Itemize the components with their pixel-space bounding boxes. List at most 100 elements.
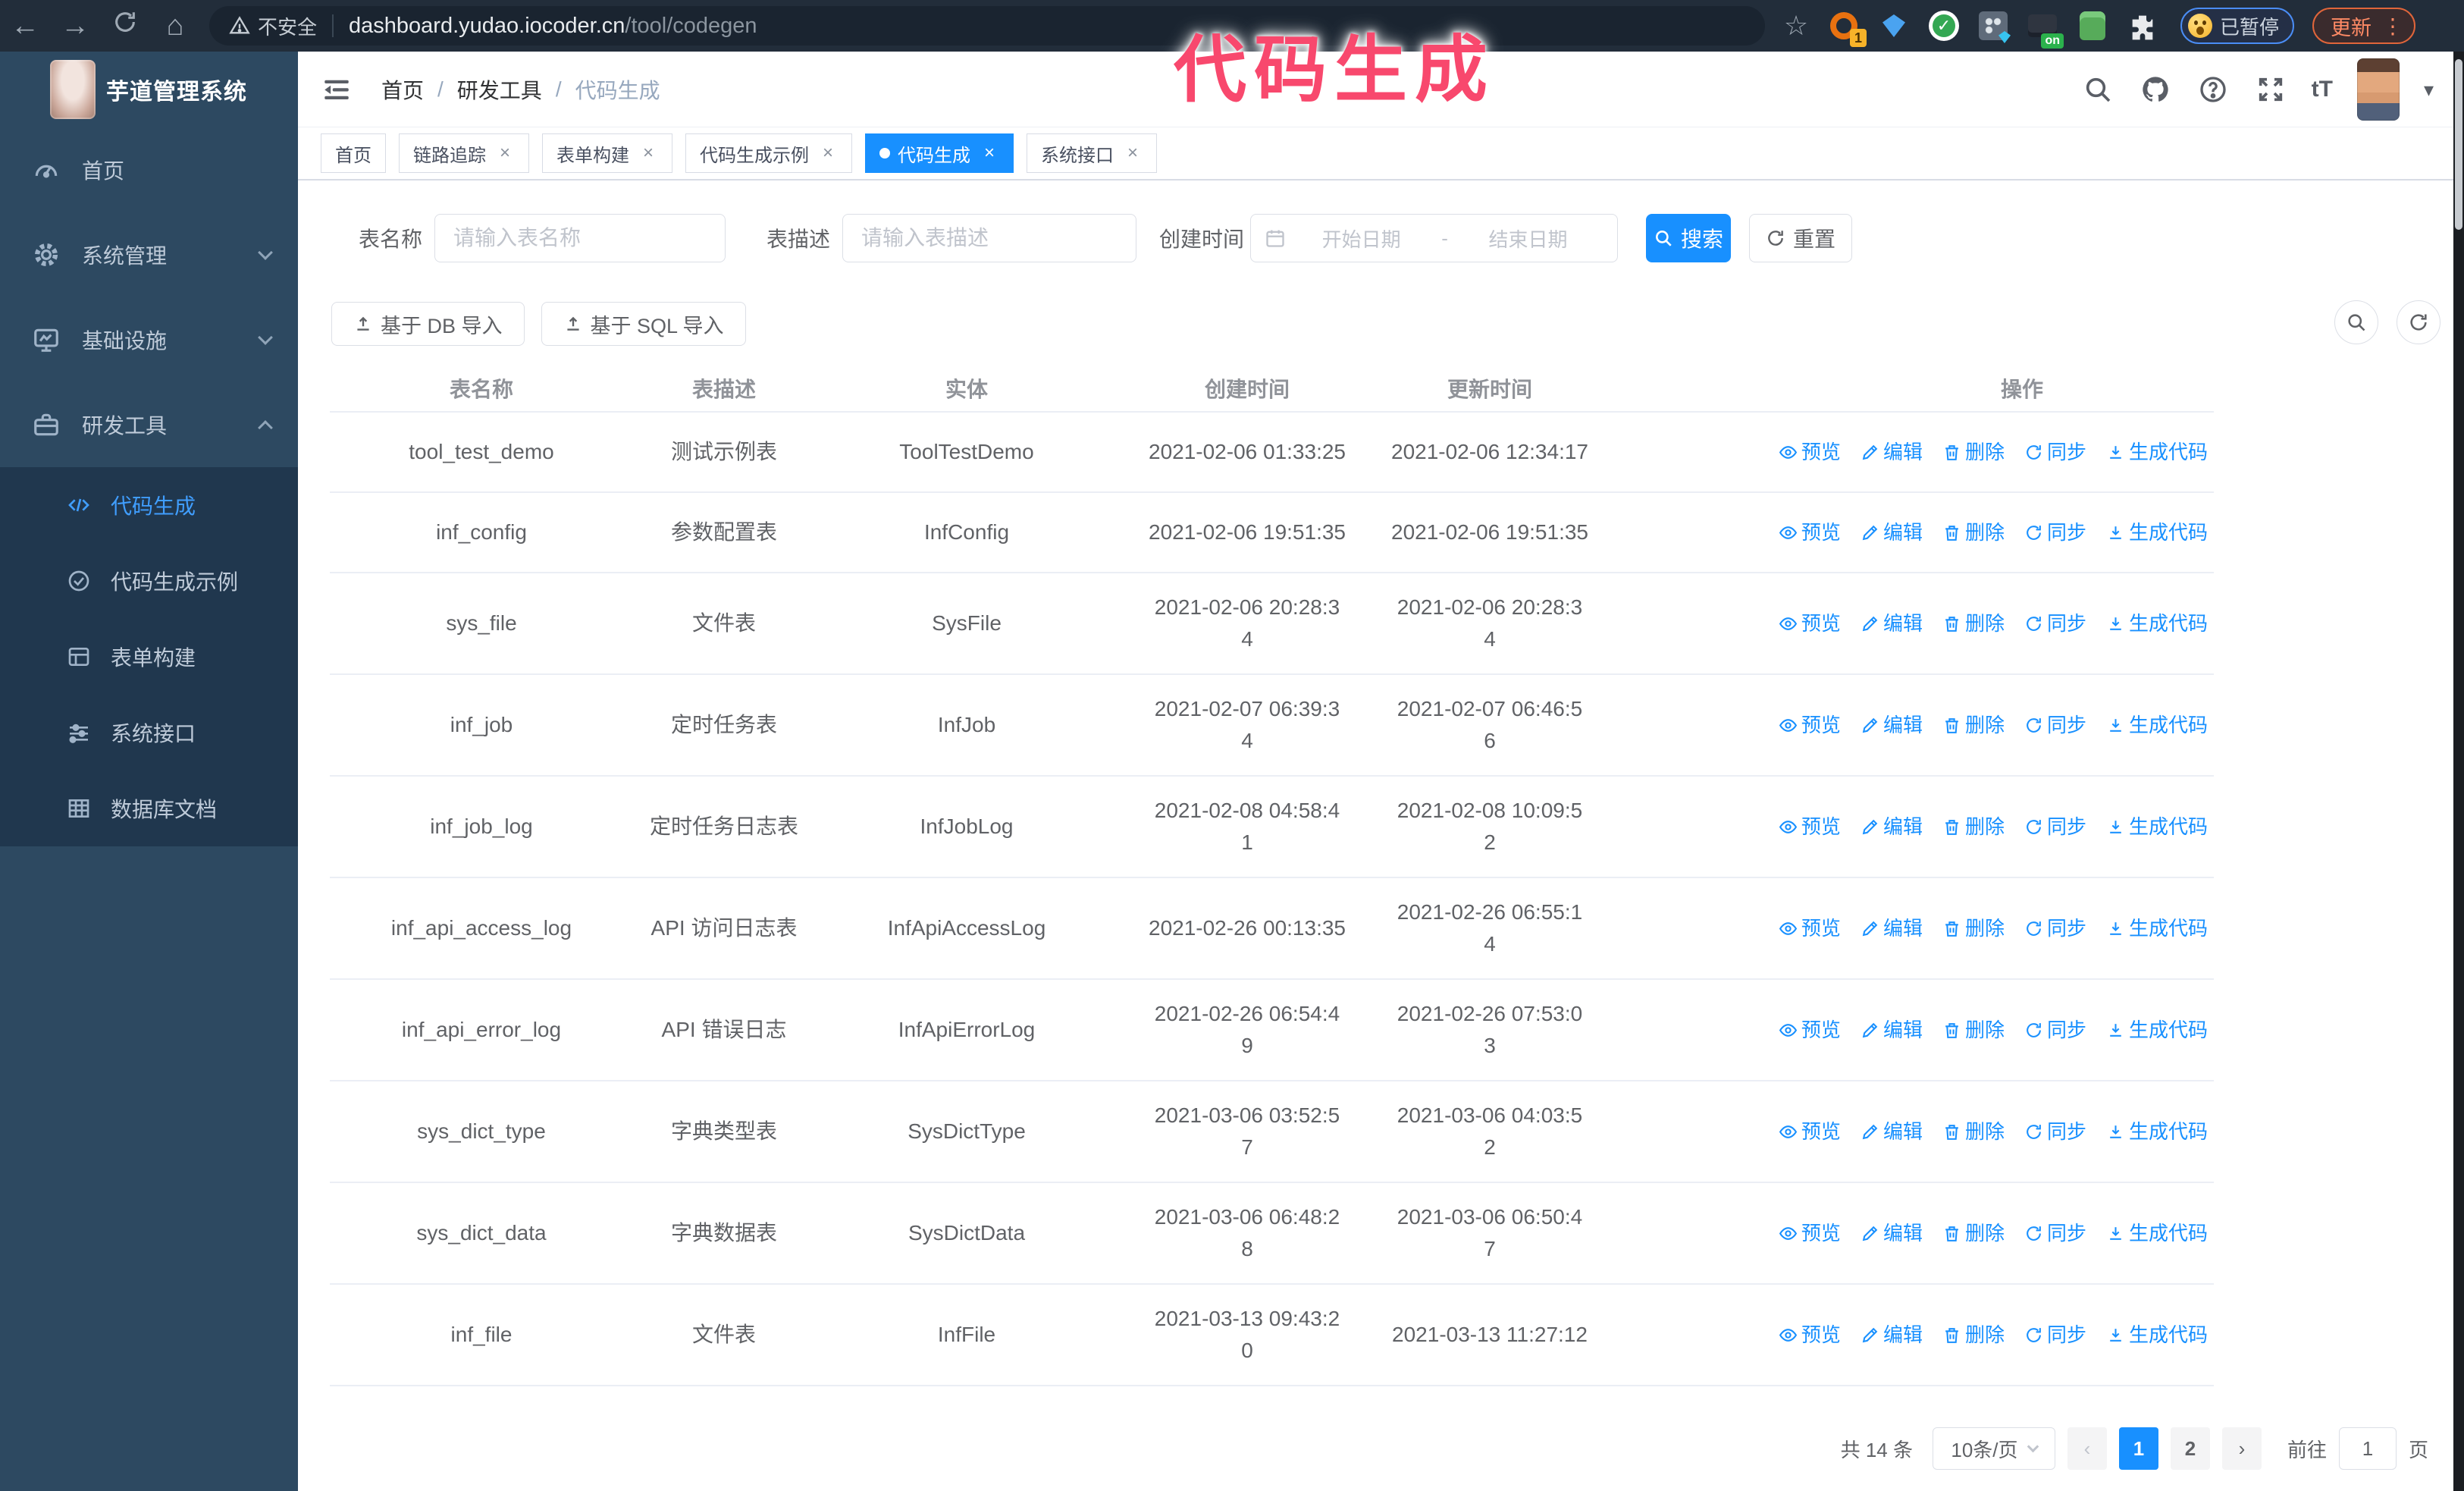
tab[interactable]: 代码生成示例 ×	[685, 133, 852, 173]
reset-button[interactable]: 重置	[1749, 214, 1853, 262]
sidebar-item-db-doc[interactable]: 数据库文档	[0, 771, 298, 846]
sync-link[interactable]: 同步	[2024, 811, 2086, 843]
generate-code-link[interactable]: 生成代码	[2106, 709, 2208, 741]
generate-code-link[interactable]: 生成代码	[2106, 516, 2208, 548]
delete-link[interactable]: 删除	[1942, 1116, 2005, 1147]
toggle-search-button[interactable]	[2334, 300, 2378, 344]
bookmark-star-icon[interactable]: ☆	[1777, 10, 1815, 42]
start-date-placeholder[interactable]: 开始日期	[1286, 224, 1437, 253]
back-icon[interactable]: ←	[0, 10, 50, 42]
extension-check-icon[interactable]: ✓	[1929, 11, 1959, 41]
edit-link[interactable]: 编辑	[1861, 1217, 1923, 1249]
delete-link[interactable]: 删除	[1942, 1217, 2005, 1249]
preview-link[interactable]: 预览	[1779, 1319, 1841, 1351]
extension-gem-icon[interactable]	[1879, 11, 1909, 41]
edit-link[interactable]: 编辑	[1861, 1014, 1923, 1046]
edit-link[interactable]: 编辑	[1861, 436, 1923, 468]
extension-orange-icon[interactable]: 1	[1829, 11, 1867, 47]
tab[interactable]: 代码生成 ×	[865, 133, 1014, 173]
sidebar-item-system-api[interactable]: 系统接口	[0, 695, 298, 771]
preview-link[interactable]: 预览	[1779, 912, 1841, 944]
preview-link[interactable]: 预览	[1779, 1116, 1841, 1147]
delete-link[interactable]: 删除	[1942, 709, 2005, 741]
sync-link[interactable]: 同步	[2024, 709, 2086, 741]
sync-link[interactable]: 同步	[2024, 516, 2086, 548]
edit-link[interactable]: 编辑	[1861, 912, 1923, 944]
tab-close-icon[interactable]: ×	[980, 143, 999, 163]
delete-link[interactable]: 删除	[1942, 607, 2005, 639]
scrollbar-thumb[interactable]	[2455, 59, 2462, 230]
generate-code-link[interactable]: 生成代码	[2106, 912, 2208, 944]
edit-link[interactable]: 编辑	[1861, 607, 1923, 639]
edit-link[interactable]: 编辑	[1861, 1116, 1923, 1147]
generate-code-link[interactable]: 生成代码	[2106, 811, 2208, 843]
preview-link[interactable]: 预览	[1779, 1217, 1841, 1249]
sync-link[interactable]: 同步	[2024, 912, 2086, 944]
tab-close-icon[interactable]: ×	[1123, 143, 1143, 163]
end-date-placeholder[interactable]: 结束日期	[1453, 224, 1603, 253]
delete-link[interactable]: 删除	[1942, 1014, 2005, 1046]
page-number-button[interactable]: 2	[2170, 1427, 2210, 1470]
delete-link[interactable]: 删除	[1942, 1319, 2005, 1351]
sidebar-item-system[interactable]: 系统管理	[0, 212, 298, 297]
menu-dots-icon[interactable]: ⋮	[2382, 14, 2403, 39]
search-button[interactable]: 搜索	[1646, 214, 1732, 262]
sync-link[interactable]: 同步	[2024, 1014, 2086, 1046]
help-icon[interactable]	[2196, 73, 2230, 106]
import-db-button[interactable]: 基于 DB 导入	[331, 302, 525, 346]
forward-icon[interactable]: →	[50, 10, 100, 42]
preview-link[interactable]: 预览	[1779, 436, 1841, 468]
address-bar[interactable]: 不安全 dashboard.yudao.iocoder.cn /tool/cod…	[209, 6, 1765, 46]
generate-code-link[interactable]: 生成代码	[2106, 1014, 2208, 1046]
tab-close-icon[interactable]: ×	[495, 143, 515, 163]
edit-link[interactable]: 编辑	[1861, 516, 1923, 548]
paused-badge[interactable]: 已暂停	[2180, 8, 2295, 44]
tab[interactable]: 链路追踪 ×	[399, 133, 529, 173]
date-range-input[interactable]: 开始日期 - 结束日期	[1250, 214, 1619, 262]
delete-link[interactable]: 删除	[1942, 811, 2005, 843]
edit-link[interactable]: 编辑	[1861, 1319, 1923, 1351]
sidebar-item-codegen[interactable]: 代码生成	[0, 467, 298, 543]
sidebar-item-devtools[interactable]: 研发工具	[0, 382, 298, 467]
next-page-button[interactable]: ›	[2221, 1427, 2262, 1470]
font-size-icon[interactable]: tT	[2312, 77, 2333, 102]
extension-on-icon[interactable]: on	[2027, 11, 2064, 49]
extension-green-icon[interactable]	[2077, 11, 2108, 41]
generate-code-link[interactable]: 生成代码	[2106, 1116, 2208, 1147]
extension-grid-icon[interactable]	[1979, 11, 2011, 43]
delete-link[interactable]: 删除	[1942, 436, 2005, 468]
sync-link[interactable]: 同步	[2024, 607, 2086, 639]
tab[interactable]: 首页 ×	[321, 133, 386, 173]
preview-link[interactable]: 预览	[1779, 516, 1841, 548]
generate-code-link[interactable]: 生成代码	[2106, 1217, 2208, 1249]
table-name-input[interactable]	[434, 214, 726, 262]
preview-link[interactable]: 预览	[1779, 607, 1841, 639]
fullscreen-icon[interactable]	[2254, 73, 2287, 106]
edit-link[interactable]: 编辑	[1861, 811, 1923, 843]
sync-link[interactable]: 同步	[2024, 1319, 2086, 1351]
sidebar-item-codegen-example[interactable]: 代码生成示例	[0, 543, 298, 619]
table-desc-input[interactable]	[842, 214, 1137, 262]
home-icon[interactable]: ⌂	[150, 10, 200, 42]
sync-link[interactable]: 同步	[2024, 1217, 2086, 1249]
generate-code-link[interactable]: 生成代码	[2106, 436, 2208, 468]
preview-link[interactable]: 预览	[1779, 1014, 1841, 1046]
breadcrumb-devtools[interactable]: 研发工具	[457, 74, 542, 105]
sync-link[interactable]: 同步	[2024, 436, 2086, 468]
page-number-button[interactable]: 1	[2118, 1427, 2158, 1470]
hamburger-icon[interactable]	[321, 74, 353, 105]
delete-link[interactable]: 删除	[1942, 516, 2005, 548]
edit-link[interactable]: 编辑	[1861, 709, 1923, 741]
tab-close-icon[interactable]: ×	[818, 143, 838, 163]
update-button[interactable]: 更新 ⋮	[2312, 8, 2416, 44]
tab-close-icon[interactable]: ×	[638, 143, 658, 163]
preview-link[interactable]: 预览	[1779, 709, 1841, 741]
prev-page-button[interactable]: ‹	[2067, 1427, 2107, 1470]
sync-link[interactable]: 同步	[2024, 1116, 2086, 1147]
reload-icon[interactable]	[100, 9, 150, 42]
generate-code-link[interactable]: 生成代码	[2106, 607, 2208, 639]
search-icon[interactable]	[2081, 73, 2114, 106]
page-size-select[interactable]: 10条/页	[1932, 1427, 2055, 1470]
tab[interactable]: 表单构建 ×	[542, 133, 672, 173]
sidebar-item-home[interactable]: 首页	[0, 127, 298, 212]
